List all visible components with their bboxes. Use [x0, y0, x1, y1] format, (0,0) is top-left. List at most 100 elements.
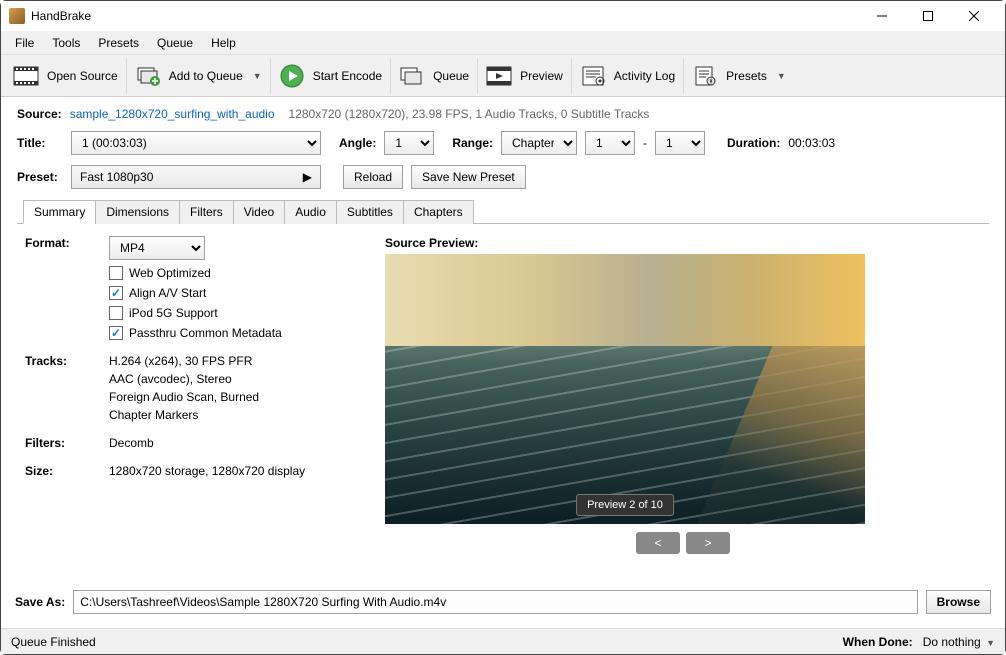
title-bar: HandBrake: [1, 1, 1005, 31]
window-title: HandBrake: [31, 9, 859, 23]
range-from-select[interactable]: 1: [585, 131, 635, 155]
queue-button[interactable]: Queue: [391, 58, 478, 94]
save-new-preset-button[interactable]: Save New Preset: [411, 165, 526, 189]
preview-counter-badge: Preview 2 of 10: [576, 494, 674, 516]
browse-button[interactable]: Browse: [926, 590, 991, 614]
size-value: 1280x720 storage, 1280x720 display: [109, 464, 305, 478]
status-bar: Queue Finished When Done: Do nothing ▼: [1, 628, 1005, 654]
preset-row: Preset: Fast 1080p30 ▶ Reload Save New P…: [17, 165, 989, 189]
ipod-check[interactable]: iPod 5G Support: [109, 306, 282, 320]
preview-button[interactable]: Preview: [478, 58, 572, 94]
presets-label: Presets: [726, 69, 767, 83]
duration-value: 00:03:03: [788, 136, 835, 150]
menu-presets[interactable]: Presets: [90, 33, 147, 53]
format-row: Format: MP4 Web Optimized Align A/V Star…: [25, 236, 365, 340]
presets-icon: [692, 65, 718, 87]
tab-chapters[interactable]: Chapters: [403, 200, 474, 224]
source-row: Source: sample_1280x720_surfing_with_aud…: [17, 107, 989, 121]
main-content: Source: sample_1280x720_surfing_with_aud…: [1, 97, 1005, 562]
summary-panel: Format: MP4 Web Optimized Align A/V Star…: [17, 224, 989, 558]
when-done-label: When Done:: [843, 635, 913, 649]
tab-subtitles[interactable]: Subtitles: [336, 200, 404, 224]
title-select[interactable]: 1 (00:03:03): [71, 131, 321, 155]
menu-tools[interactable]: Tools: [44, 33, 88, 53]
tracks-row: Tracks: H.264 (x264), 30 FPS PFR AAC (av…: [25, 354, 365, 422]
start-encode-button[interactable]: Start Encode: [271, 58, 391, 94]
align-av-label: Align A/V Start: [129, 286, 206, 300]
tab-audio[interactable]: Audio: [284, 200, 337, 224]
menu-bar: File Tools Presets Queue Help: [1, 31, 1005, 55]
preview-label: Preview: [520, 69, 563, 83]
track-line: Chapter Markers: [109, 408, 259, 422]
track-line: H.264 (x264), 30 FPS PFR: [109, 354, 259, 368]
open-source-button[interactable]: Open Source: [5, 58, 127, 94]
tab-video[interactable]: Video: [233, 200, 285, 224]
activity-log-button[interactable]: Activity Log: [572, 58, 684, 94]
activity-log-label: Activity Log: [614, 69, 675, 83]
preview-icon: [486, 65, 512, 87]
presets-button[interactable]: Presets ▼: [684, 58, 794, 94]
chevron-down-icon[interactable]: ▼: [777, 71, 786, 81]
menu-queue[interactable]: Queue: [149, 33, 201, 53]
add-to-queue-label: Add to Queue: [169, 69, 243, 83]
menu-help[interactable]: Help: [203, 33, 244, 53]
menu-file[interactable]: File: [7, 33, 42, 53]
title-label: Title:: [17, 136, 63, 150]
window-controls: [859, 1, 997, 31]
save-as-row: Save As: Browse: [1, 584, 1005, 620]
source-name: sample_1280x720_surfing_with_audio: [70, 107, 275, 121]
tab-summary[interactable]: Summary: [23, 200, 96, 224]
add-to-queue-button[interactable]: Add to Queue ▼: [127, 58, 271, 94]
reload-button[interactable]: Reload: [343, 165, 403, 189]
format-select[interactable]: MP4: [109, 236, 205, 260]
chevron-down-icon: ▼: [986, 638, 995, 648]
open-source-label: Open Source: [47, 69, 118, 83]
checkbox-icon: [109, 266, 123, 280]
filters-value: Decomb: [109, 436, 154, 450]
source-preview-image: Preview 2 of 10: [385, 254, 865, 524]
chevron-down-icon[interactable]: ▼: [253, 71, 262, 81]
range-to-select[interactable]: 1: [655, 131, 705, 155]
play-icon: [279, 65, 305, 87]
preview-next-button[interactable]: >: [686, 532, 730, 554]
checkbox-icon: [109, 286, 123, 300]
format-checks: Web Optimized Align A/V Start iPod 5G Su…: [109, 266, 282, 340]
maximize-button[interactable]: [905, 1, 951, 31]
tracks-list: H.264 (x264), 30 FPS PFR AAC (avcodec), …: [109, 354, 259, 422]
tab-filters[interactable]: Filters: [179, 200, 234, 224]
log-icon: [580, 65, 606, 87]
checkbox-icon: [109, 306, 123, 320]
angle-select[interactable]: 1: [384, 131, 434, 155]
size-label: Size:: [25, 464, 109, 478]
start-encode-label: Start Encode: [313, 69, 382, 83]
close-button[interactable]: [951, 1, 997, 31]
web-optimized-check[interactable]: Web Optimized: [109, 266, 282, 280]
source-meta: 1280x720 (1280x720), 23.98 FPS, 1 Audio …: [289, 107, 650, 121]
film-icon: [13, 65, 39, 87]
source-label: Source:: [17, 107, 62, 121]
checkbox-icon: [109, 326, 123, 340]
save-as-input[interactable]: [73, 590, 917, 614]
summary-left: Format: MP4 Web Optimized Align A/V Star…: [25, 236, 365, 554]
range-mode-select[interactable]: Chapters: [501, 131, 577, 155]
when-done-group: When Done: Do nothing ▼: [843, 635, 995, 649]
size-row: Size: 1280x720 storage, 1280x720 display: [25, 464, 365, 478]
source-preview-label: Source Preview:: [385, 236, 981, 250]
format-label: Format:: [25, 236, 109, 340]
align-av-check[interactable]: Align A/V Start: [109, 286, 282, 300]
tab-dimensions[interactable]: Dimensions: [95, 200, 180, 224]
preview-nav: < >: [385, 532, 981, 554]
angle-label: Angle:: [339, 136, 376, 150]
filters-row: Filters: Decomb: [25, 436, 365, 450]
add-queue-icon: [135, 65, 161, 87]
when-done-value: Do nothing: [923, 635, 981, 649]
preview-prev-button[interactable]: <: [636, 532, 680, 554]
tab-strip: Summary Dimensions Filters Video Audio S…: [17, 199, 989, 224]
preset-select[interactable]: Fast 1080p30 ▶: [71, 165, 321, 189]
passthru-check[interactable]: Passthru Common Metadata: [109, 326, 282, 340]
track-line: Foreign Audio Scan, Burned: [109, 390, 259, 404]
tracks-label: Tracks:: [25, 354, 109, 422]
when-done-select[interactable]: Do nothing ▼: [923, 635, 995, 649]
minimize-button[interactable]: [859, 1, 905, 31]
chevron-right-icon: ▶: [303, 170, 312, 184]
